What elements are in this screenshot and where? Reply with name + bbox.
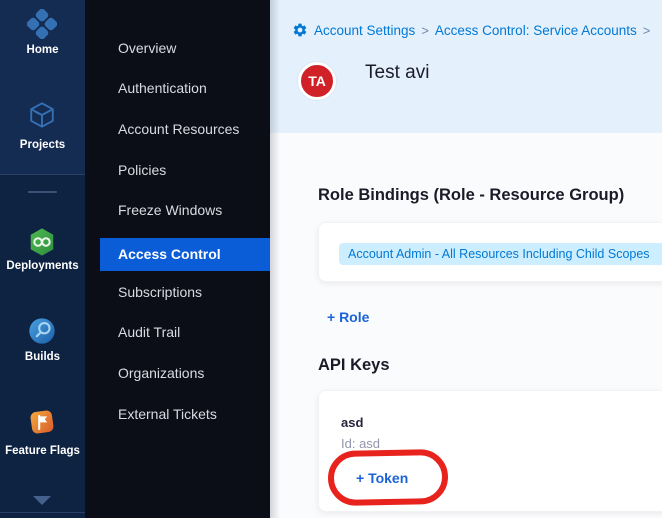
role-bindings-title: Role Bindings (Role - Resource Group): [318, 186, 624, 205]
breadcrumb: Account Settings > Access Control: Servi…: [292, 22, 650, 38]
nav-item-policies[interactable]: Policies: [85, 154, 270, 187]
nav-item-freeze-windows[interactable]: Freeze Windows: [85, 194, 270, 227]
module-rail: Home Projects De: [0, 0, 85, 518]
gear-icon: [292, 22, 308, 38]
settings-nav: Overview Authentication Account Resource…: [85, 0, 270, 518]
app-window: Home Projects De: [0, 0, 662, 518]
nav-item-audit-trail[interactable]: Audit Trail: [85, 316, 270, 349]
breadcrumb-access-control-service-accounts[interactable]: Access Control: Service Accounts: [435, 23, 637, 38]
nav-item-access-control[interactable]: Access Control: [100, 238, 270, 271]
rail-label-feature-flags: Feature Flags: [0, 445, 85, 457]
feature-flags-icon: [27, 407, 57, 437]
api-key-card: asd Id: asd + Token: [318, 390, 662, 512]
api-key-name: asd: [341, 415, 363, 430]
nav-item-external-tickets[interactable]: External Tickets: [85, 398, 270, 431]
avatar: TA: [298, 62, 336, 100]
rail-label-projects: Projects: [0, 139, 85, 151]
role-binding-tag: Account Admin - All Resources Including …: [339, 243, 659, 265]
nav-item-authentication[interactable]: Authentication: [85, 72, 270, 105]
api-keys-title: API Keys: [318, 356, 390, 375]
api-key-id: Id: asd: [341, 436, 380, 451]
nav-item-account-resources[interactable]: Account Resources: [85, 113, 270, 146]
breadcrumb-account-settings[interactable]: Account Settings: [314, 23, 415, 38]
rail-label-builds: Builds: [0, 351, 85, 363]
chevron-down-icon[interactable]: [33, 496, 51, 505]
nav-item-overview[interactable]: Overview: [85, 32, 270, 65]
rail-bottom-divider: [0, 512, 85, 513]
role-binding-tag-partial: [651, 243, 662, 265]
deployments-cd-icon: [27, 227, 57, 257]
breadcrumb-separator: >: [421, 23, 429, 38]
role-bindings-card: Account Admin - All Resources Including …: [318, 222, 662, 282]
page-title: Test avi: [365, 62, 429, 84]
nav-item-subscriptions[interactable]: Subscriptions: [85, 276, 270, 309]
add-role-button[interactable]: + Role: [327, 309, 369, 325]
breadcrumb-separator: >: [643, 23, 651, 38]
builds-ci-icon: [27, 316, 57, 346]
projects-cube-icon: [27, 100, 57, 130]
rail-label-home: Home: [0, 44, 85, 56]
home-modules-icon: [27, 9, 57, 39]
add-token-button[interactable]: + Token: [356, 470, 408, 486]
main-content: Account Settings > Access Control: Servi…: [270, 0, 662, 518]
rail-label-deployments: Deployments: [0, 260, 85, 272]
rail-divider: [28, 191, 57, 193]
nav-item-organizations[interactable]: Organizations: [85, 357, 270, 390]
